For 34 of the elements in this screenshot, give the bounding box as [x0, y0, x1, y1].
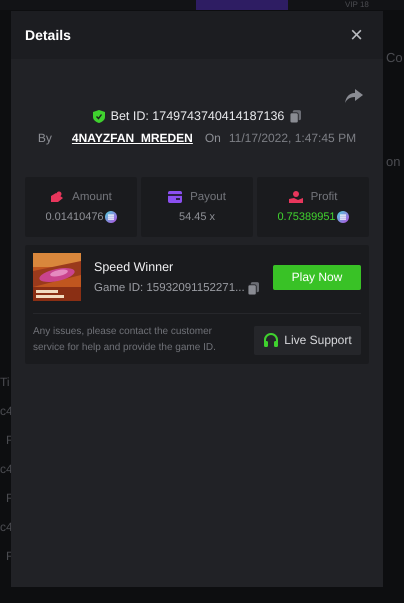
shield-icon: [92, 110, 105, 122]
background-text: Ti: [0, 375, 10, 389]
stat-label: Profit: [310, 191, 338, 203]
background-text: c4: [0, 520, 13, 534]
copy-icon[interactable]: [290, 110, 302, 122]
by-label: By: [38, 131, 52, 145]
stat-value: 0.75389951: [277, 211, 336, 223]
background-text: c4: [0, 462, 13, 476]
wallet-icon: [168, 191, 182, 203]
game-id: Game ID: 15932091152271...: [94, 282, 245, 294]
headset-icon: [263, 332, 280, 348]
username-link[interactable]: 4NAYZFAN_MREDEN: [72, 131, 193, 145]
bet-id: Bet ID: 1749743740414187136: [110, 109, 284, 123]
background-text: Co: [386, 50, 403, 65]
stat-label: Amount: [72, 191, 112, 203]
game-name: Speed Winner: [94, 260, 174, 274]
stat-value: 0.01410476: [45, 211, 104, 223]
bet-date: 11/17/2022, 1:47:45 PM: [228, 131, 356, 145]
stat-value: 54.45 x: [178, 211, 216, 223]
share-icon[interactable]: [345, 89, 363, 103]
support-notice: Any issues, please contact the customer service for help and provide the game ID.: [33, 325, 217, 355]
copy-icon[interactable]: [248, 282, 259, 294]
on-label: On: [204, 131, 221, 145]
coin-icon: [336, 211, 349, 223]
close-button[interactable]: ×: [350, 24, 363, 46]
vip-label: VIP 18: [345, 0, 369, 10]
background-text: c4: [0, 404, 13, 418]
coins-icon: [50, 191, 64, 203]
live-support-button[interactable]: Live Support: [254, 326, 361, 354]
stat-label: Payout: [190, 191, 226, 203]
profit-icon: [288, 191, 303, 203]
dialog-title: Details: [25, 27, 71, 43]
background-text: on: [386, 154, 400, 169]
coin-icon: [104, 211, 117, 223]
